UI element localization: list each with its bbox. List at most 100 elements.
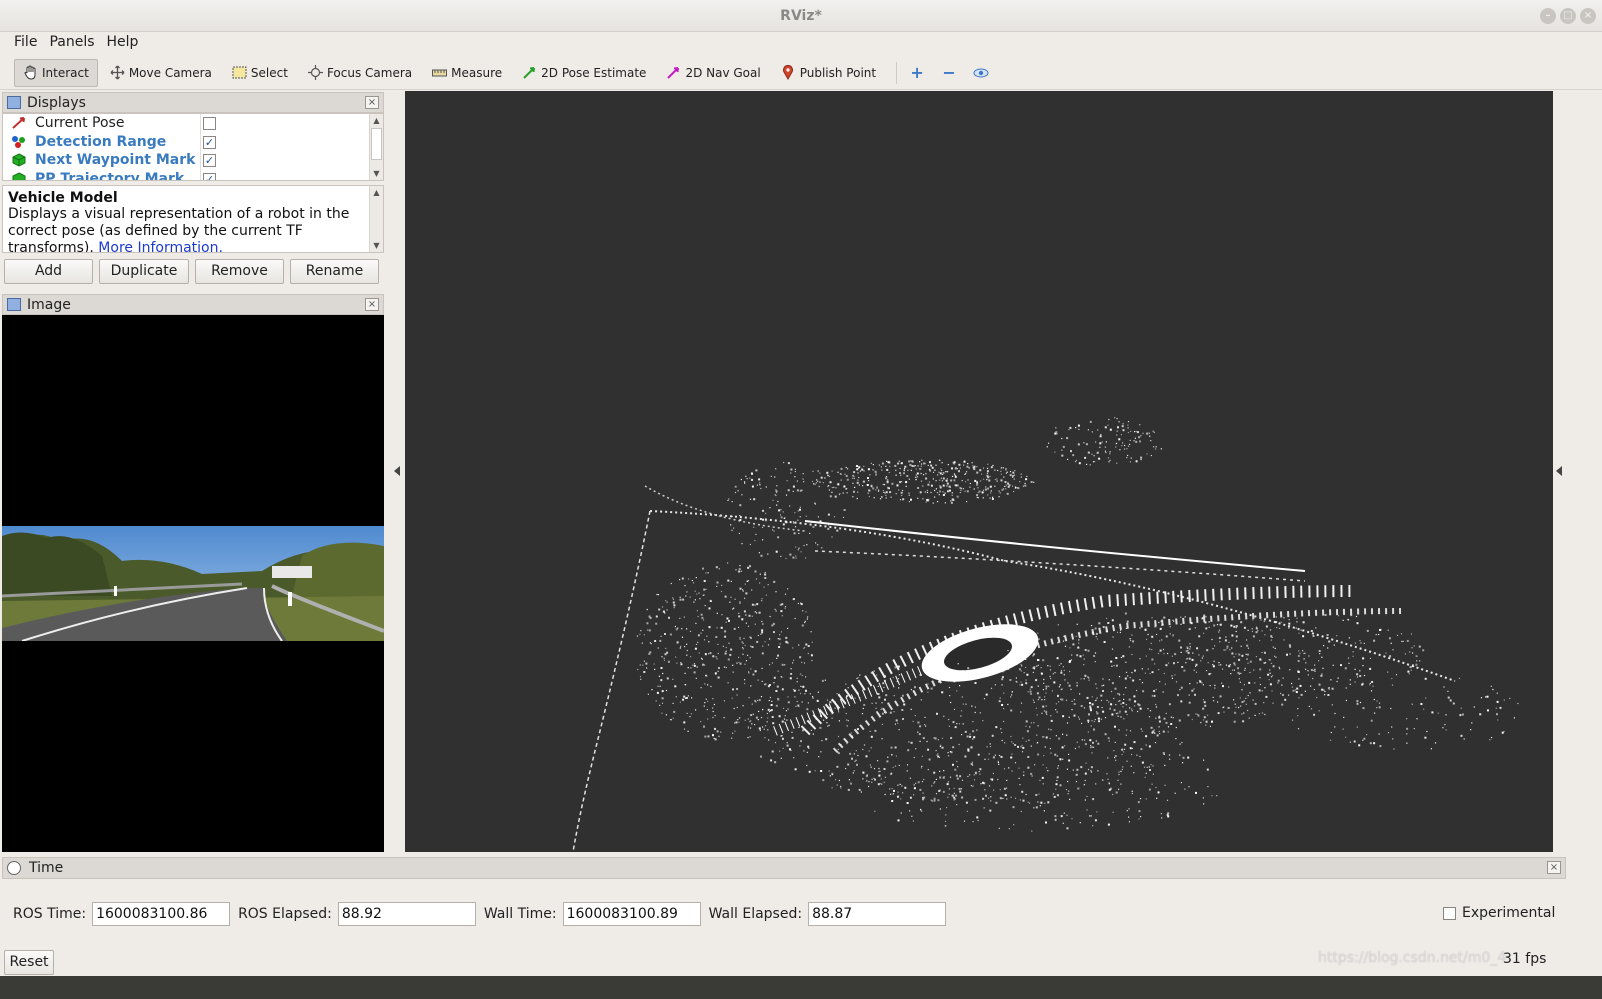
eye-icon[interactable] [969, 61, 993, 85]
wall-time-label: Wall Time: [483, 905, 557, 922]
time-panel-title: Time [29, 860, 64, 876]
displays-panel-header: Displays × [2, 92, 384, 113]
display-item-label: Next Waypoint Mark [35, 152, 196, 169]
camera-image [2, 526, 384, 641]
wall-elapsed-label: Wall Elapsed: [708, 905, 803, 922]
scroll-thumb[interactable] [371, 128, 382, 160]
tool-label: Select [250, 65, 288, 80]
tool-move-camera[interactable]: Move Camera [102, 59, 220, 87]
hand-icon [23, 65, 38, 80]
description-text: Displays a visual representation of a ro… [8, 206, 365, 252]
toolbar-separator [896, 61, 898, 84]
display-enabled-checkbox[interactable] [203, 117, 216, 130]
scroll-down-icon[interactable]: ▼ [370, 167, 383, 180]
ros-elapsed-label: ROS Elapsed: [238, 905, 332, 922]
nav-goal-icon [666, 65, 681, 80]
image-panel-title: Image [27, 296, 71, 313]
3d-render-view[interactable] [405, 91, 1553, 852]
displays-tree: Current Pose Detection Range ✓ Next Wayp… [2, 113, 384, 181]
marker-icon [11, 135, 27, 149]
collapse-right-icon[interactable] [1556, 466, 1562, 476]
tool-label: Interact [42, 65, 89, 80]
tool-bar: Interact Move Camera Select Focus Camera… [0, 56, 1602, 90]
menu-panels[interactable]: Panels [43, 32, 100, 54]
experimental-checkbox[interactable] [1443, 906, 1456, 920]
duplicate-button[interactable]: Duplicate [99, 259, 189, 284]
cloud-points [636, 417, 1519, 832]
ros-elapsed-field[interactable]: 88.92 [337, 901, 476, 926]
window-title: RViz* [780, 8, 822, 24]
focus-camera-icon [307, 65, 323, 80]
close-icon[interactable]: × [1547, 861, 1561, 874]
maximize-icon[interactable]: □ [1560, 8, 1576, 24]
cube-icon [11, 153, 27, 167]
display-description: Vehicle Model Displays a visual represen… [2, 185, 384, 253]
display-enabled-checkbox[interactable]: ✓ [203, 172, 216, 180]
reset-button[interactable]: Reset [4, 950, 54, 975]
arrow-icon [11, 116, 27, 130]
experimental-label: Experimental [1462, 905, 1556, 921]
point-cloud [572, 417, 1519, 852]
watermark-text: https://blog.csdn.net/m0_4 [1318, 950, 1507, 966]
collapse-left-icon[interactable] [394, 466, 400, 476]
rename-button[interactable]: Rename [290, 259, 379, 284]
tool-label: Publish Point [799, 65, 877, 80]
displays-panel-title: Displays [27, 94, 86, 111]
image-view [2, 315, 384, 852]
image-panel-header: Image × [2, 294, 384, 315]
tool-2d-pose-estimate[interactable]: 2D Pose Estimate [514, 59, 654, 87]
tool-label: 2D Pose Estimate [541, 65, 647, 80]
more-information-link[interactable]: More Information. [98, 240, 223, 252]
display-item-current-pose[interactable]: Current Pose [3, 114, 383, 133]
tool-measure[interactable]: Measure [424, 59, 510, 87]
display-item-detection-range[interactable]: Detection Range ✓ [3, 133, 383, 152]
display-enabled-checkbox[interactable]: ✓ [203, 154, 216, 167]
display-item-next-waypoint-mark[interactable]: Next Waypoint Mark ✓ [3, 151, 383, 170]
display-buttons-row: Add Duplicate Remove Rename [4, 259, 384, 285]
monitor-icon [7, 96, 21, 109]
tool-label: Move Camera [128, 65, 212, 80]
menu-bar: File Panels Help [0, 32, 1602, 54]
tool-select[interactable]: Select [224, 59, 296, 87]
display-item-label: Current Pose [35, 115, 125, 132]
tool-publish-point[interactable]: Publish Point [773, 59, 884, 87]
description-title: Vehicle Model [8, 190, 118, 206]
display-enabled-checkbox[interactable]: ✓ [203, 135, 216, 149]
scroll-up-icon[interactable]: ▲ [370, 186, 383, 199]
ros-time-field[interactable]: 1600083100.86 [92, 901, 231, 926]
tool-label: Measure [451, 65, 503, 80]
wall-time-field[interactable]: 1600083100.89 [562, 901, 701, 926]
map-pin-icon [781, 65, 796, 80]
window-controls: – □ × [1540, 8, 1596, 24]
experimental-toggle[interactable]: Experimental [1443, 905, 1555, 921]
close-icon[interactable]: × [365, 298, 379, 311]
add-button[interactable]: Add [4, 259, 93, 284]
minimize-icon[interactable]: – [1540, 8, 1556, 24]
ros-time-label: ROS Time: [13, 905, 87, 922]
menu-file[interactable]: File [8, 32, 43, 54]
scroll-down-icon[interactable]: ▼ [370, 239, 383, 252]
close-icon[interactable]: × [1580, 8, 1596, 24]
title-bar: RViz* – □ × [0, 0, 1602, 32]
wall-elapsed-field[interactable]: 88.87 [808, 901, 947, 926]
close-icon[interactable]: × [365, 96, 379, 109]
pose-estimate-icon [522, 65, 537, 80]
clock-icon [7, 861, 21, 875]
select-icon [232, 65, 247, 80]
display-item-pp-trajectory-mark[interactable]: PP Trajectory Mark ✓ [3, 170, 383, 180]
description-scrollbar[interactable]: ▲ ▼ [369, 186, 383, 252]
time-panel-header: Time × [2, 857, 1566, 879]
add-tool-icon[interactable]: + [905, 61, 929, 85]
move-camera-icon [110, 65, 125, 80]
tool-interact[interactable]: Interact [14, 58, 98, 87]
remove-tool-icon[interactable]: − [937, 61, 961, 85]
display-item-label: Detection Range [35, 133, 167, 150]
measure-icon [432, 65, 448, 80]
tool-label: 2D Nav Goal [685, 65, 761, 80]
tool-2d-nav-goal[interactable]: 2D Nav Goal [658, 59, 768, 87]
menu-help[interactable]: Help [101, 32, 145, 54]
tool-focus-camera[interactable]: Focus Camera [300, 59, 420, 87]
scroll-up-icon[interactable]: ▲ [370, 114, 383, 127]
remove-button[interactable]: Remove [195, 259, 284, 284]
displays-scrollbar[interactable]: ▲ ▼ [369, 114, 383, 180]
